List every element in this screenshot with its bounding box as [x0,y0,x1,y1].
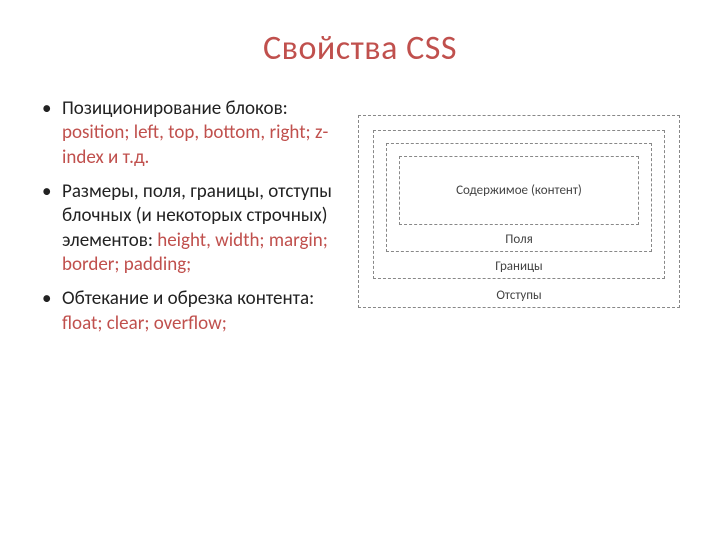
box-model-border: Содержимое (контент) Поля Границы [373,130,665,279]
bullet-list: Позиционирование блоков: position; left,… [40,97,340,336]
list-item: Позиционирование блоков: position; left,… [40,97,340,170]
box-model-content-label: Содержимое (контент) [456,183,582,198]
list-item: Обтекание и обрезка контента: float; cle… [40,287,340,336]
bullet-text: Позиционирование блоков: [62,97,288,120]
box-model-padding: Содержимое (контент) Поля [386,143,652,252]
bullet-text: Обтекание и обрезка контента: [62,287,314,310]
box-model-content: Содержимое (контент) [399,156,639,225]
bullet-highlight: float; clear; overflow; [62,312,227,335]
box-model-margin: Содержимое (контент) Поля Границы Отступ… [358,115,680,308]
box-model-padding-label: Поля [387,232,651,247]
slide-title: Свойства CSS [40,28,680,69]
box-model-margin-label: Отступы [359,288,679,303]
slide-content: Позиционирование блоков: position; left,… [40,97,680,346]
bullet-column: Позиционирование блоков: position; left,… [40,97,340,346]
bullet-highlight: position; left, top, bottom, right; z-in… [62,121,328,168]
box-model-border-label: Границы [374,259,664,274]
slide: Свойства CSS Позиционирование блоков: po… [0,0,720,540]
list-item: Размеры, поля, границы, отступы блочных … [40,180,340,277]
diagram-column: Содержимое (контент) Поля Границы Отступ… [358,97,680,346]
